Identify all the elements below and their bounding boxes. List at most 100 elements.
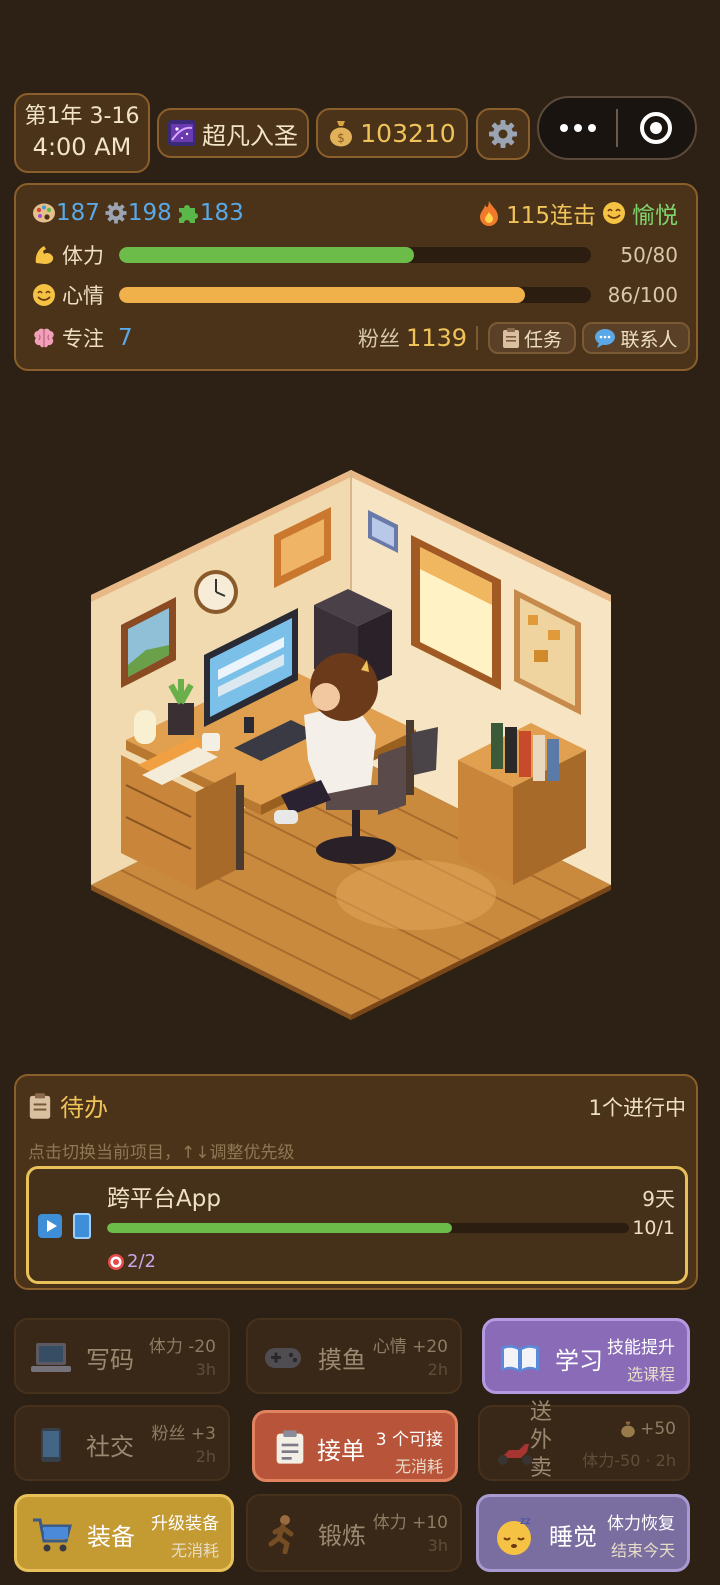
stats-panel: 187 198 183 115连击 愉悦 体力 50/80 心情 86/100 … — [14, 183, 698, 371]
smile-icon — [33, 284, 55, 306]
todo-count: 1个进行中 — [588, 1096, 686, 1120]
laptop-icon — [30, 1338, 72, 1378]
close-miniprogram-button[interactable] — [618, 112, 695, 144]
focus-value: 7 — [118, 325, 133, 351]
action-effect: 体力恢复 — [607, 1514, 675, 1534]
galaxy-icon — [168, 120, 196, 146]
task-days-left: 9天 — [642, 1187, 675, 1211]
cart-icon — [31, 1515, 73, 1555]
action-cost: 体力-50 · 2h — [582, 1451, 676, 1470]
skill-logic: 183 — [176, 200, 244, 226]
action-cost: 3h — [195, 1360, 216, 1379]
mobile-phone-icon — [73, 1213, 91, 1239]
tasks-button-label: 任务 — [523, 328, 562, 351]
gear-icon — [489, 120, 517, 148]
action-name: 社交 — [86, 1433, 134, 1461]
muscle-icon — [35, 246, 54, 264]
skill-art-value: 187 — [56, 200, 100, 226]
action-cost: 结束今天 — [610, 1541, 675, 1560]
gamepad-icon — [262, 1338, 304, 1378]
action-slack-button[interactable]: 摸鱼 心情 +20 2h — [246, 1318, 462, 1394]
combo-label: 115连击 — [506, 203, 596, 229]
action-name: 装备 — [87, 1523, 135, 1551]
action-sleep-button[interactable]: zz 睡觉 体力恢复 结束今天 — [476, 1494, 690, 1572]
smile-icon — [603, 202, 625, 224]
clipboard-icon — [29, 1092, 51, 1119]
action-cost: 无消耗 — [170, 1541, 219, 1560]
money-bag-icon: $ — [330, 121, 353, 147]
action-name: 锻炼 — [318, 1522, 366, 1550]
miniprogram-capsule — [537, 96, 697, 160]
pixel-room-illustration — [91, 470, 611, 1020]
svg-text:$: $ — [337, 131, 345, 145]
action-study-button[interactable]: 学习 技能提升 选课程 — [482, 1318, 690, 1394]
task-goal-value: 2/2 — [127, 1251, 156, 1272]
action-social-button[interactable]: 社交 粉丝 +3 2h — [14, 1405, 230, 1481]
settings-button[interactable] — [476, 108, 530, 160]
action-effect: 3 个可接 — [375, 1430, 443, 1450]
fans-label: 粉丝 — [358, 327, 400, 351]
gear-icon — [105, 202, 127, 224]
action-cost: 无消耗 — [394, 1457, 443, 1476]
stamina-value: 50/80 — [620, 243, 678, 267]
fans-value: 1139 — [406, 324, 468, 352]
action-effect: 心情 +20 — [372, 1337, 448, 1357]
contacts-button[interactable]: 联系人 — [582, 322, 690, 354]
svg-text:zz: zz — [520, 1516, 531, 1527]
mood-label: 心情 — [62, 284, 104, 308]
action-exercise-button[interactable]: 锻炼 体力 +10 3h — [246, 1494, 462, 1572]
puzzle-icon — [178, 205, 198, 223]
todo-header: 待办 — [28, 1088, 108, 1123]
rank-pill[interactable]: 超凡入圣 — [157, 108, 309, 158]
todo-hint: 点击切换当前项目，↑↓调整优先级 — [28, 1143, 295, 1163]
contacts-button-label: 联系人 — [620, 328, 678, 351]
mood-bar-fill — [119, 287, 525, 303]
action-cost: 2h — [195, 1447, 216, 1466]
task-progress-fill — [107, 1223, 452, 1233]
action-effect: +50 — [620, 1419, 676, 1439]
action-name: 摸鱼 — [318, 1346, 366, 1374]
stamina-bar-fill — [119, 247, 414, 263]
action-name: 写码 — [86, 1346, 134, 1374]
money-amount: 103210 — [360, 118, 456, 148]
sleep-icon: zz — [493, 1515, 535, 1555]
runner-icon — [262, 1514, 304, 1554]
action-cost: 选课程 — [626, 1365, 675, 1384]
phone-icon — [30, 1425, 72, 1465]
action-cost: 2h — [427, 1360, 448, 1379]
palette-icon — [33, 203, 55, 223]
target-icon — [108, 1253, 124, 1270]
date-time-pill: 第1年 3-16 4:00 AM — [14, 93, 150, 173]
book-icon — [499, 1339, 541, 1379]
fans-stat: 粉丝 1139 — [358, 323, 467, 353]
money-pill[interactable]: $ 103210 — [316, 108, 468, 158]
skill-logic-value: 183 — [199, 200, 244, 226]
clipboard-icon — [502, 328, 519, 348]
action-gear-button[interactable]: 装备 升级装备 无消耗 — [14, 1494, 234, 1572]
skill-tech-value: 198 — [127, 200, 172, 226]
tasks-button[interactable]: 任务 — [488, 322, 576, 354]
mood-bar — [119, 287, 591, 303]
task-card[interactable]: 跨平台App 9天 10/1 2/2 — [26, 1166, 688, 1284]
action-cost: 3h — [427, 1536, 448, 1555]
action-delivery-button[interactable]: 送外卖 +50 体力-50 · 2h — [478, 1400, 690, 1481]
more-menu-button[interactable] — [539, 124, 616, 132]
fire-icon — [480, 201, 499, 226]
action-orders-button[interactable]: 接单 3 个可接 无消耗 — [252, 1410, 458, 1482]
skill-art: 187 — [32, 200, 100, 226]
action-effect: 技能提升 — [607, 1338, 675, 1358]
mood-row: 心情 86/100 — [32, 279, 678, 311]
action-effect-value: +50 — [640, 1419, 676, 1439]
action-code-button[interactable]: 写码 体力 -20 3h — [14, 1318, 230, 1394]
action-effect: 升级装备 — [151, 1514, 219, 1534]
action-effect: 体力 +10 — [372, 1513, 448, 1533]
stamina-bar — [119, 247, 591, 263]
task-goal: 2/2 — [107, 1251, 156, 1272]
skill-tech: 198 — [104, 200, 172, 226]
money-bag-icon — [621, 1421, 635, 1438]
action-name: 接单 — [317, 1437, 365, 1465]
play-icon[interactable] — [38, 1214, 62, 1238]
action-name: 送外卖 — [530, 1400, 553, 1481]
task-due-date: 10/1 — [632, 1217, 675, 1239]
stamina-row: 体力 50/80 — [32, 239, 678, 271]
